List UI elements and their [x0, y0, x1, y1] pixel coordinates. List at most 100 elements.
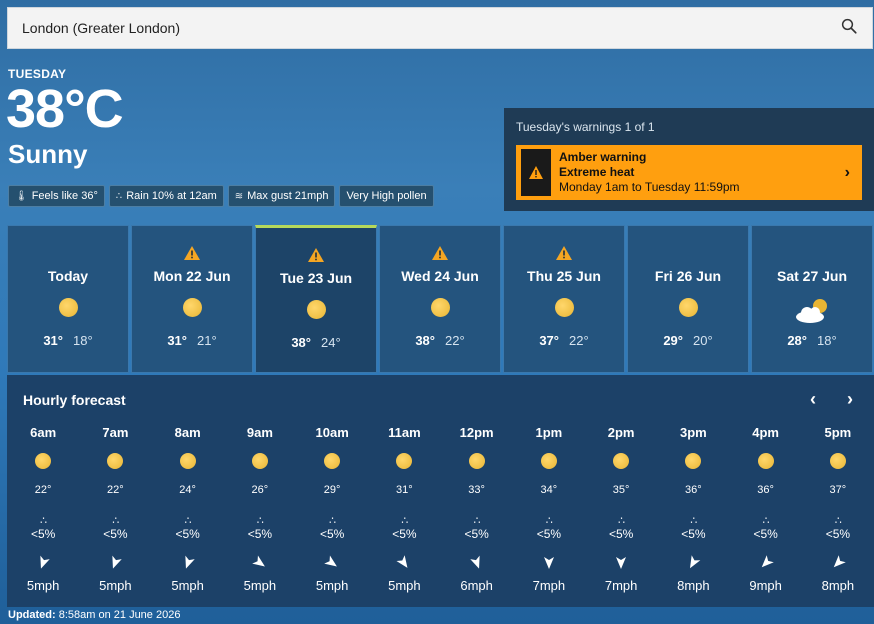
- gust-chip: ≋ Max gust 21mph: [227, 185, 336, 207]
- hour-rain: <5%: [175, 527, 200, 541]
- hour-temp: 37°: [829, 484, 847, 496]
- hour-wind: 7mph: [604, 578, 638, 593]
- hour-rain: <5%: [681, 527, 706, 541]
- raindrop-icon: ∴: [834, 515, 842, 527]
- hour-time: 4pm: [752, 425, 779, 440]
- hour-column: 3pm 36° ∴ <5% 8mph: [657, 425, 729, 600]
- wind-direction-icon: [40, 555, 50, 569]
- wind-direction-icon: [396, 555, 408, 568]
- raindrop-icon: ∴: [40, 515, 47, 527]
- warning-triangle-icon: [432, 246, 448, 260]
- hour-rain: <5%: [464, 527, 489, 541]
- wind-direction-icon: [543, 557, 554, 569]
- sun-icon: [757, 453, 774, 469]
- hour-column: 6am 22° ∴ <5% 5mph: [7, 425, 79, 600]
- sun-cloud-icon: [796, 299, 827, 323]
- hourly-columns: 6am 22° ∴ <5% 5mph 7am 22° ∴ <5% 5mph 8am 24° ∴ <5% 5m…: [7, 425, 874, 600]
- sun-icon: [468, 453, 485, 469]
- day-high: 29°: [663, 333, 683, 348]
- hour-wind: 6mph: [460, 578, 493, 593]
- wind-direction-icon: [469, 555, 480, 569]
- sun-icon: [678, 298, 698, 317]
- day-low: 24°: [321, 335, 341, 350]
- pollen-chip: Very High pollen: [339, 185, 434, 207]
- raindrop-icon: ∴: [184, 515, 192, 527]
- raindrop-icon: ∴: [473, 515, 481, 527]
- hour-column: 9am 26° ∴ <5% 5mph: [224, 425, 296, 600]
- day-card[interactable]: Wed 24 Jun 38° 22°: [379, 225, 501, 373]
- raindrop-icon: ∴: [618, 515, 625, 527]
- hour-temp: 26°: [251, 484, 269, 496]
- hour-rain: <5%: [392, 527, 417, 541]
- sun-icon: [179, 453, 196, 469]
- hour-time: 11am: [388, 425, 421, 440]
- hour-rain: <5%: [536, 527, 562, 541]
- sun-icon: [396, 453, 413, 469]
- day-high: 38°: [291, 335, 311, 350]
- hour-time: 5pm: [824, 425, 852, 440]
- hour-column: 10am 29° ∴ <5% 5mph: [296, 425, 368, 600]
- current-condition: Sunny: [8, 139, 88, 169]
- hour-rain: <5%: [30, 527, 56, 541]
- location-search-input[interactable]: [22, 20, 802, 36]
- hour-column: 8am 24° ∴ <5% 5mph: [152, 425, 224, 600]
- hour-time: 8am: [174, 425, 201, 440]
- day-card[interactable]: Tue 23 Jun 38° 24°: [255, 225, 377, 373]
- chevron-right-icon[interactable]: ›: [847, 389, 853, 410]
- day-low: 21°: [197, 333, 217, 348]
- hour-time: 9am: [246, 425, 273, 440]
- search-icon[interactable]: [840, 17, 858, 40]
- day-name: Today: [47, 268, 89, 284]
- raindrop-icon: ∴: [329, 515, 336, 527]
- hour-temp: 22°: [34, 484, 52, 496]
- sun-icon: [613, 453, 630, 469]
- warnings-title: Tuesday's warnings 1 of 1: [516, 120, 655, 134]
- hour-column: 7am 22° ∴ <5% 5mph: [79, 425, 151, 600]
- day-high: 37°: [539, 333, 559, 348]
- hour-wind: 5mph: [99, 578, 132, 593]
- hour-time: 1pm: [535, 425, 563, 440]
- hour-column: 11am 31° ∴ <5% 5mph: [368, 425, 440, 600]
- day-card[interactable]: Fri 26 Jun 29° 20°: [627, 225, 749, 373]
- sun-icon: [107, 453, 124, 469]
- sun-icon: [306, 300, 326, 319]
- daily-forecast: Today 31° 18° Mon 22 Jun 31° 21° Tue 23 Jun 38°…: [7, 225, 874, 373]
- wind-direction-icon: [252, 555, 265, 567]
- sun-icon: [35, 453, 52, 469]
- day-high: 31°: [43, 333, 63, 348]
- hour-temp: 35°: [612, 484, 630, 496]
- amber-warning-card[interactable]: Amber warning Extreme heat Monday 1am to…: [516, 145, 862, 200]
- day-card[interactable]: Thu 25 Jun 37° 22°: [503, 225, 625, 373]
- sun-icon: [430, 298, 450, 317]
- hour-temp: 31°: [396, 484, 413, 496]
- wind-direction-icon: [616, 557, 627, 569]
- sun-icon: [540, 453, 557, 469]
- day-card[interactable]: Sat 27 Jun 28° 18°: [751, 225, 873, 373]
- hour-temp: 22°: [107, 484, 124, 496]
- hour-time: 12pm: [459, 425, 494, 440]
- thermometer-icon: 🌡: [15, 190, 28, 202]
- sun-icon: [554, 298, 574, 317]
- hour-time: 10am: [315, 425, 349, 440]
- day-low: 18°: [817, 333, 837, 348]
- hourly-title: Hourly forecast: [23, 392, 126, 408]
- raindrop-icon: ∴: [112, 515, 119, 527]
- rain-chip: ∴ Rain 10% at 12am: [108, 185, 224, 207]
- hour-wind: 9mph: [749, 578, 782, 593]
- hour-temp: 24°: [179, 484, 196, 496]
- hour-time: 2pm: [607, 425, 635, 440]
- day-card[interactable]: Mon 22 Jun 31° 21°: [131, 225, 253, 373]
- chevron-left-icon[interactable]: ‹: [810, 389, 816, 410]
- hourly-forecast-panel: Hourly forecast ‹ › 6am 22° ∴ <5% 5mph 7am 22°…: [7, 375, 874, 607]
- warning-type: Extreme heat: [559, 165, 635, 179]
- hour-time: 7am: [102, 425, 129, 440]
- warnings-panel: Tuesday's warnings 1 of 1 Amber warning …: [504, 108, 874, 211]
- day-name: Thu 25 Jun: [527, 268, 601, 284]
- day-card[interactable]: Today 31° 18°: [7, 225, 129, 373]
- day-low: 18°: [73, 333, 93, 348]
- sun-icon: [182, 298, 202, 317]
- hour-wind: 5mph: [315, 578, 349, 593]
- day-name: Tue 23 Jun: [279, 270, 353, 286]
- wind-direction-icon: [112, 555, 123, 569]
- hour-wind: 5mph: [243, 578, 277, 593]
